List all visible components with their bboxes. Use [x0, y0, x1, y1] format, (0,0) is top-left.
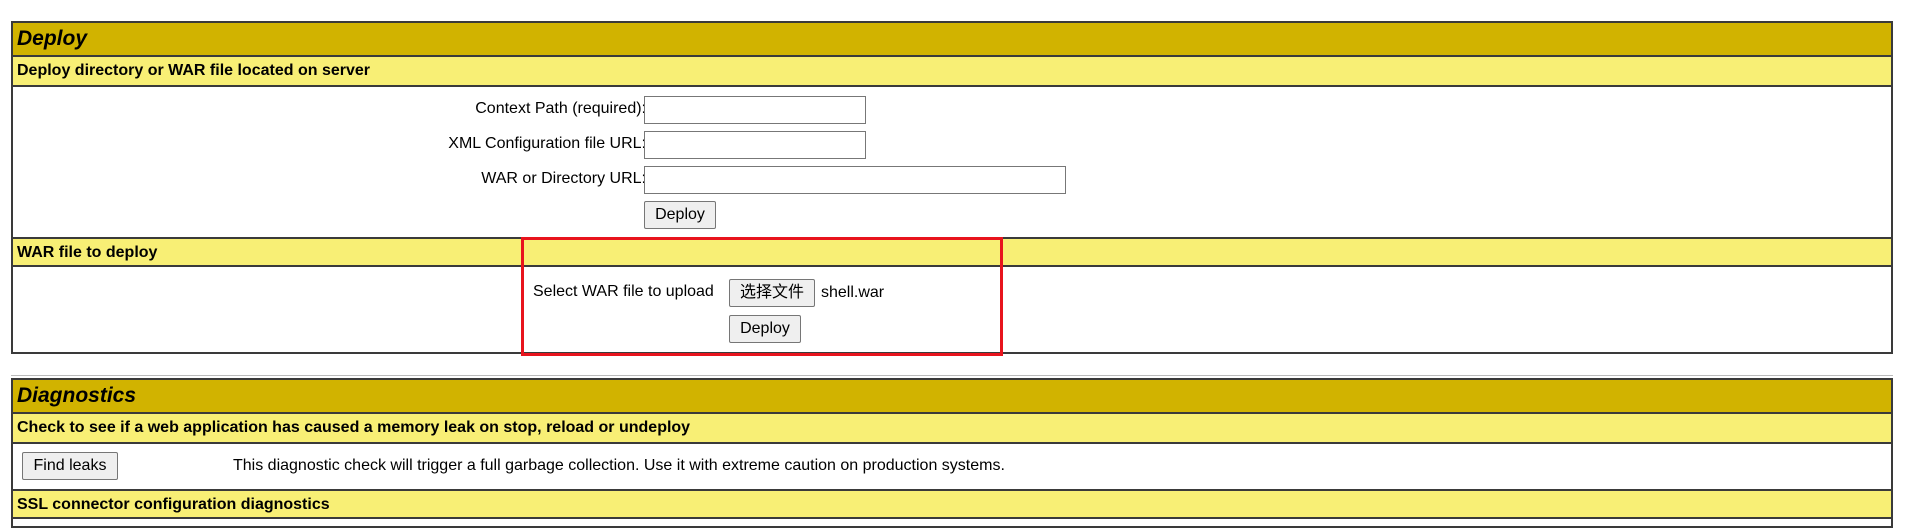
upload-deploy-button[interactable]: Deploy [729, 315, 801, 343]
select-war-label: Select WAR file to upload [533, 283, 714, 300]
memory-leak-heading: Check to see if a web application has ca… [13, 414, 1891, 444]
war-upload-heading: WAR file to deploy [13, 237, 1891, 267]
war-dir-input[interactable] [644, 166, 1066, 194]
find-leaks-button[interactable]: Find leaks [22, 452, 118, 480]
context-path-label: Context Path (required): [475, 100, 646, 117]
diagnostics-title: Diagnostics [13, 380, 1891, 414]
section-divider [11, 375, 1893, 376]
xml-config-input[interactable] [644, 131, 866, 159]
deploy-title: Deploy [13, 23, 1891, 57]
xml-config-label: XML Configuration file URL: [448, 135, 646, 152]
find-leaks-description: This diagnostic check will trigger a ful… [233, 457, 1005, 474]
choose-file-button[interactable]: 选择文件 [729, 279, 815, 307]
selected-file-name: shell.war [821, 284, 885, 301]
ssl-diagnostics-heading: SSL connector configuration diagnostics [13, 489, 1891, 519]
server-deploy-heading: Deploy directory or WAR file located on … [13, 57, 1891, 87]
context-path-input[interactable] [644, 96, 866, 124]
war-dir-label: WAR or Directory URL: [481, 170, 646, 187]
diagnostics-panel: Diagnostics Check to see if a web applic… [11, 378, 1893, 528]
server-deploy-button[interactable]: Deploy [644, 201, 716, 229]
deploy-panel: Deploy Deploy directory or WAR file loca… [11, 21, 1893, 354]
